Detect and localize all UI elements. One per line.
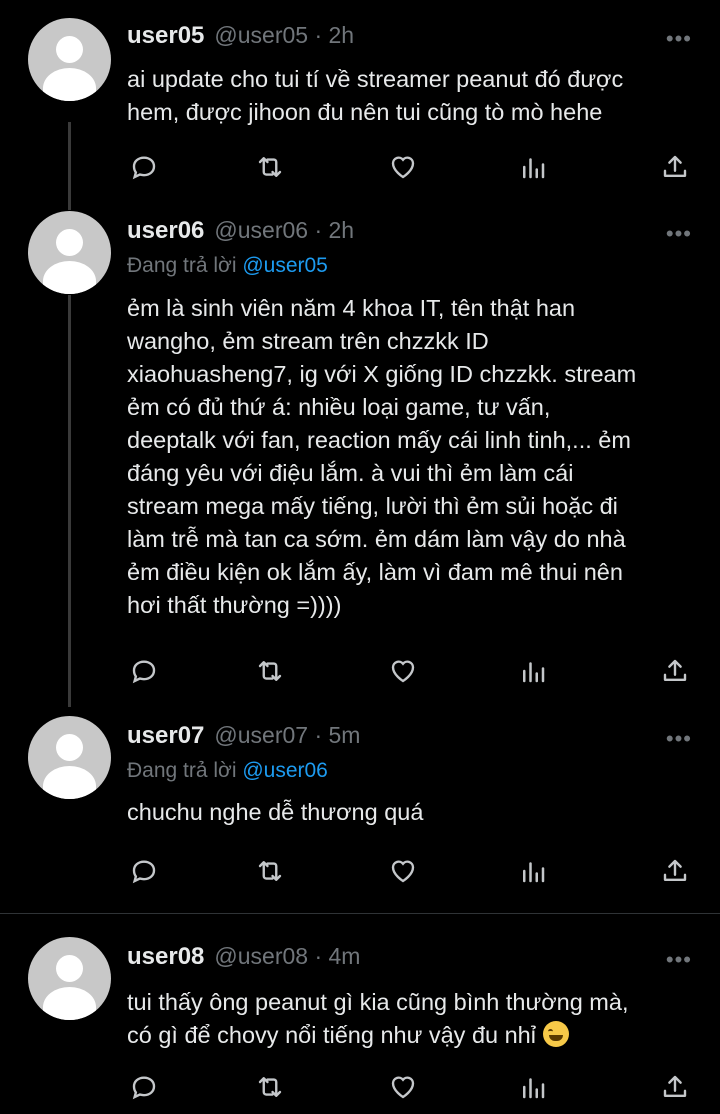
retweet-icon[interactable] bbox=[255, 1072, 289, 1106]
more-dots-icon[interactable]: ••• bbox=[666, 726, 692, 752]
views-chart-icon[interactable] bbox=[518, 1072, 552, 1106]
tweet-text: chuchu nghe dễ thương quá bbox=[127, 799, 424, 825]
replying-to: Đang trả lời @user05 bbox=[127, 254, 696, 278]
tweet-text: ai update cho tui tí về streamer peanut … bbox=[127, 66, 624, 125]
reply-mention[interactable]: @user06 bbox=[242, 759, 328, 782]
retweet-icon[interactable] bbox=[255, 656, 289, 690]
views-chart-icon[interactable] bbox=[518, 856, 552, 890]
retweet-icon[interactable] bbox=[255, 856, 289, 890]
username[interactable]: user06 bbox=[127, 217, 204, 245]
views-chart-icon[interactable] bbox=[518, 152, 552, 186]
avatar[interactable] bbox=[28, 211, 111, 294]
handle[interactable]: @user08 bbox=[214, 943, 308, 969]
tweet-text: tui thấy ông peanut gì kia cũng bình thư… bbox=[127, 986, 696, 1052]
avatar[interactable] bbox=[28, 937, 111, 1020]
share-icon[interactable] bbox=[660, 152, 694, 186]
reply-mention[interactable]: @user05 bbox=[242, 254, 328, 277]
more-dots-icon[interactable]: ••• bbox=[666, 947, 692, 973]
share-icon[interactable] bbox=[660, 1072, 694, 1106]
avatar[interactable] bbox=[28, 716, 111, 799]
share-icon[interactable] bbox=[660, 656, 694, 690]
handle[interactable]: @user07 bbox=[214, 722, 308, 748]
heart-icon[interactable] bbox=[388, 152, 422, 186]
timestamp: · 2h bbox=[314, 217, 355, 243]
replying-to: Đang trả lời @user06 bbox=[127, 759, 696, 783]
tweet-actions bbox=[127, 152, 691, 186]
reply-icon[interactable] bbox=[129, 152, 163, 186]
more-dots-icon[interactable]: ••• bbox=[666, 26, 692, 52]
username[interactable]: user07 bbox=[127, 722, 204, 750]
thread-divider bbox=[0, 913, 720, 914]
timestamp: · 5m bbox=[314, 722, 361, 748]
tweet-actions bbox=[127, 1072, 691, 1106]
timestamp: · 2h bbox=[314, 22, 355, 48]
heart-icon[interactable] bbox=[388, 856, 422, 890]
reply-icon[interactable] bbox=[129, 656, 163, 690]
tweet-text: ẻm là sinh viên năm 4 khoa IT, tên thật … bbox=[127, 295, 637, 618]
heart-icon[interactable] bbox=[388, 656, 422, 690]
username[interactable]: user05 bbox=[127, 22, 204, 50]
views-chart-icon[interactable] bbox=[518, 656, 552, 690]
reply-prefix: Đang trả lời bbox=[127, 759, 237, 782]
timestamp: · 4m bbox=[314, 943, 361, 969]
avatar[interactable] bbox=[28, 18, 111, 101]
username[interactable]: user08 bbox=[127, 943, 204, 971]
handle[interactable]: @user05 bbox=[214, 22, 308, 48]
retweet-icon[interactable] bbox=[255, 152, 289, 186]
heart-icon[interactable] bbox=[388, 1072, 422, 1106]
tweet-actions bbox=[127, 856, 691, 890]
thread-line bbox=[68, 122, 71, 210]
share-icon[interactable] bbox=[660, 856, 694, 890]
tweet-actions bbox=[127, 656, 691, 690]
reply-prefix: Đang trả lời bbox=[127, 254, 237, 277]
reply-icon[interactable] bbox=[129, 1072, 163, 1106]
thread-line bbox=[68, 295, 71, 707]
grinning-sweat-emoji bbox=[542, 1021, 569, 1047]
handle[interactable]: @user06 bbox=[214, 217, 308, 243]
reply-icon[interactable] bbox=[129, 856, 163, 890]
more-dots-icon[interactable]: ••• bbox=[666, 221, 692, 247]
